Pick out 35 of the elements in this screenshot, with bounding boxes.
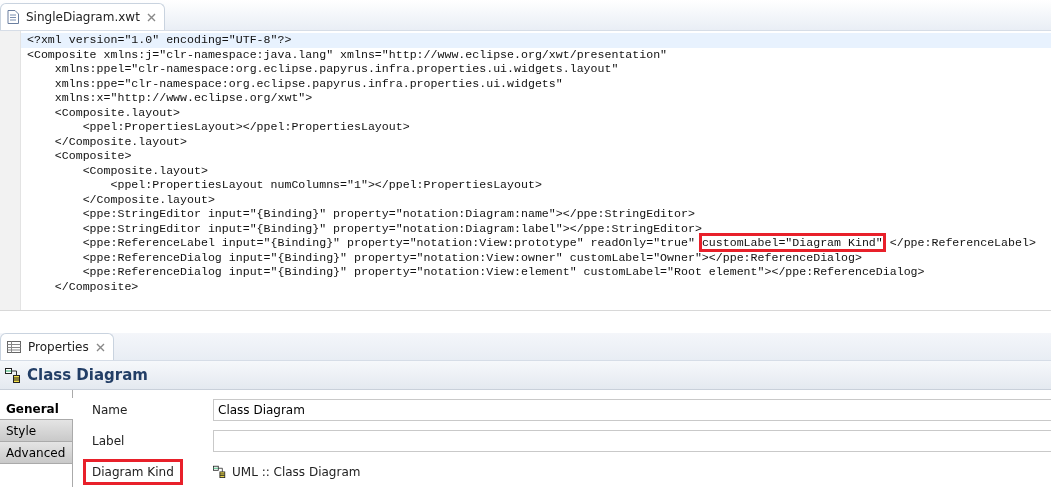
code-line: <ppe:StringEditor input="{Binding}" property="notation:Diagram:name"></ppe:StringEditor>	[81, 207, 696, 222]
text-field[interactable]	[213, 429, 1051, 452]
header-title: Class Diagram	[27, 366, 148, 384]
field-label: Label	[91, 432, 126, 450]
code-line: </Composite.layout>	[81, 192, 216, 207]
section-tab[interactable]: Advanced	[0, 442, 72, 464]
section-tab[interactable]: General	[0, 398, 73, 420]
code-line: </Composite>	[53, 279, 140, 294]
code-line: <ppe:ReferenceLabel input="{Binding}" property="notation:View:prototype" readOnly="true" customLabel="Diagram Kind" </ppe:ReferenceLabel>	[21, 236, 1051, 251]
editor-tab[interactable]: SingleDiagram.xwt	[0, 3, 165, 30]
properties-tab[interactable]: Properties	[0, 333, 114, 360]
code-line: xmlns:x="http://www.eclipse.org/xwt">	[53, 91, 314, 106]
code-line: <ppe:StringEditor input="{Binding}" property="notation:Diagram:label"></ppe:StringEditor>	[81, 221, 703, 236]
code-line: <Composite.layout>	[81, 163, 209, 178]
code-line: <Composite xmlns:j="clr-namespace:java.lang" xmlns="http://www.eclipse.org/xwt/presentation"	[26, 47, 669, 62]
code-line: xmlns:ppe="clr-namespace:org.eclipse.papyrus.infra.properties.ui.widgets"	[53, 76, 564, 91]
code-line: <ppel:PropertiesLayout></ppel:PropertiesLayout>	[81, 120, 411, 135]
diagram-icon	[5, 367, 21, 383]
code-line: xmlns:ppel="clr-namespace:org.eclipse.papyrus.infra.properties.ui.widgets.layout"	[53, 62, 620, 77]
close-icon[interactable]	[146, 12, 156, 22]
code-line: <Composite.layout>	[53, 105, 182, 120]
code-line: <ppel:PropertiesLayout numColumns="1"></ppel:PropertiesLayout>	[109, 178, 543, 193]
text-field[interactable]: Class Diagram	[213, 398, 1051, 421]
code-line: <ppe:ReferenceDialog input="{Binding}" property="notation:View:owner" customLabel="Owner"></ppe:ReferenceDialog>	[81, 250, 863, 265]
diagram-icon	[213, 465, 226, 478]
field-label: Name	[91, 401, 129, 419]
reference-value: UML :: Class Diagram	[232, 464, 361, 479]
table-icon	[7, 341, 21, 353]
code-line: <Composite>	[53, 149, 133, 164]
code-line: <ppe:ReferenceDialog input="{Binding}" property="notation:View:element" customLabel="Root element"></ppe:ReferenceDialog>	[81, 265, 926, 280]
file-icon	[7, 10, 19, 24]
code-line: </Composite.layout>	[53, 134, 189, 149]
field-label: Diagram Kind	[83, 458, 183, 485]
close-icon[interactable]	[95, 342, 105, 352]
section-tab[interactable]: Style	[0, 420, 72, 442]
